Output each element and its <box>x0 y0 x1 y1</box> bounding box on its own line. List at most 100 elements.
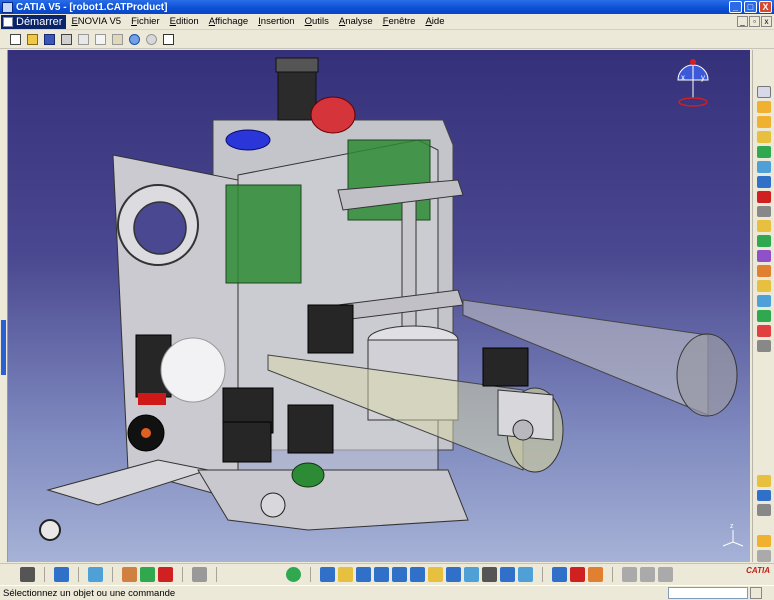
3d-viewport[interactable]: x y z <box>8 50 750 562</box>
sequence-icon[interactable] <box>658 567 673 582</box>
replay-icon[interactable] <box>640 567 655 582</box>
command-input[interactable] <box>668 587 748 599</box>
view-mode-icon[interactable] <box>518 567 533 582</box>
camera-icon[interactable] <box>20 567 35 582</box>
zoom-out-icon[interactable] <box>410 567 425 582</box>
status-bar: Sélectionnez un objet ou une commande <box>0 585 774 600</box>
catia-app-icon[interactable] <box>2 1 13 13</box>
open-folder-icon[interactable] <box>25 32 40 47</box>
copy-icon[interactable] <box>93 32 108 47</box>
scene-icon[interactable] <box>158 567 173 582</box>
coincidence-constraint-icon[interactable] <box>756 280 771 292</box>
grid-icon[interactable] <box>192 567 207 582</box>
document-window-controls: _ ▫ x <box>737 16 772 27</box>
iso-view-icon[interactable] <box>446 567 461 582</box>
separator <box>112 567 113 582</box>
red-disk <box>310 96 356 134</box>
sensor-beam-upper-end <box>676 333 738 417</box>
paste-icon[interactable] <box>110 32 125 47</box>
update-icon[interactable] <box>756 474 771 487</box>
whats-this-icon[interactable] <box>161 32 176 47</box>
cut-icon[interactable] <box>76 32 91 47</box>
separator <box>542 567 543 582</box>
existing-component-icon[interactable] <box>756 101 771 114</box>
defining-multi-instantiation-icon[interactable] <box>756 205 771 218</box>
angle-constraint-icon[interactable] <box>756 324 771 337</box>
close-button[interactable]: X <box>759 1 772 13</box>
sensor-icon[interactable] <box>588 567 603 582</box>
doc-close-button[interactable]: x <box>761 16 772 27</box>
pan-icon[interactable] <box>356 567 371 582</box>
maximize-button[interactable]: □ <box>744 1 757 13</box>
publication-icon[interactable] <box>756 504 771 517</box>
product-structure-icon[interactable] <box>756 86 771 99</box>
minimize-button[interactable]: _ <box>729 1 742 13</box>
explode-icon[interactable] <box>756 250 771 263</box>
new-product-icon[interactable] <box>756 131 771 143</box>
compass-plane <box>678 97 708 107</box>
graph-tree-icon[interactable] <box>756 175 771 188</box>
blue-coil <box>225 129 271 151</box>
shading-icon[interactable] <box>464 567 479 582</box>
menu-outils[interactable]: Outils <box>300 16 334 27</box>
doc-minimize-button[interactable]: _ <box>737 16 748 27</box>
separator <box>182 567 183 582</box>
measure-icon[interactable] <box>88 567 103 582</box>
compass-widget[interactable]: x y <box>677 59 709 107</box>
new-part-icon[interactable] <box>756 145 771 158</box>
normal-view-icon[interactable] <box>428 567 443 582</box>
hide-show-icon[interactable] <box>482 567 497 582</box>
offset-constraint-icon[interactable] <box>756 309 771 322</box>
compass-top <box>690 59 696 65</box>
select-arrow-icon[interactable] <box>756 535 771 548</box>
fix-component-icon[interactable] <box>756 339 771 352</box>
start-icon <box>3 16 13 27</box>
separator <box>44 567 45 582</box>
save-icon[interactable] <box>42 32 57 47</box>
fit-all-icon[interactable] <box>338 567 353 582</box>
manipulation-icon[interactable] <box>756 220 771 233</box>
new-file-icon[interactable] <box>8 32 23 47</box>
right-toolbar <box>752 50 774 563</box>
render-icon[interactable] <box>140 567 155 582</box>
swap-visible-space-icon[interactable] <box>500 567 515 582</box>
multi-view-icon[interactable] <box>552 567 567 582</box>
replace-component-icon[interactable] <box>756 160 771 173</box>
start-menu[interactable]: Démarrer <box>1 14 67 29</box>
start-label: Démarrer <box>16 15 63 28</box>
servo-low-left-2 <box>222 421 272 463</box>
clash-icon[interactable] <box>756 265 771 278</box>
menu-analyse[interactable]: Analyse <box>334 16 378 27</box>
servo-right <box>482 347 529 387</box>
menu-fichier[interactable]: Fichier <box>126 16 165 27</box>
sketch-icon[interactable] <box>756 550 771 563</box>
bottom-base <box>197 469 469 531</box>
fast-multi-instantiation-icon[interactable] <box>756 190 771 203</box>
apply-material-icon[interactable] <box>122 567 137 582</box>
command-execute-button[interactable] <box>750 587 762 599</box>
track-icon[interactable] <box>622 567 637 582</box>
menu-enovia[interactable]: ENOVIA V5 <box>66 16 126 27</box>
mechanism-icon[interactable] <box>570 567 585 582</box>
fly-mode-icon[interactable] <box>320 567 335 582</box>
rotate-icon[interactable] <box>374 567 389 582</box>
bill-of-material-icon[interactable] <box>756 489 771 502</box>
layer-icon[interactable] <box>286 567 301 582</box>
doc-restore-button[interactable]: ▫ <box>749 16 760 27</box>
zoom-in-icon[interactable] <box>392 567 407 582</box>
separator <box>78 567 79 582</box>
new-component-icon[interactable] <box>756 116 771 129</box>
menu-insertion[interactable]: Insertion <box>253 16 299 27</box>
compass-y-label: y <box>701 73 705 82</box>
print-icon[interactable] <box>59 32 74 47</box>
menu-affichage[interactable]: Affichage <box>204 16 253 27</box>
contact-constraint-icon[interactable] <box>756 294 771 307</box>
undo-icon[interactable] <box>127 32 142 47</box>
menu-fenetre[interactable]: Fenêtre <box>378 16 421 27</box>
menu-edition[interactable]: Edition <box>165 16 204 27</box>
catalog-browser-icon[interactable] <box>54 567 69 582</box>
large-ring-inner <box>133 201 187 255</box>
snap-icon[interactable] <box>756 235 771 248</box>
menu-aide[interactable]: Aide <box>420 16 449 27</box>
redo-icon[interactable] <box>144 32 159 47</box>
